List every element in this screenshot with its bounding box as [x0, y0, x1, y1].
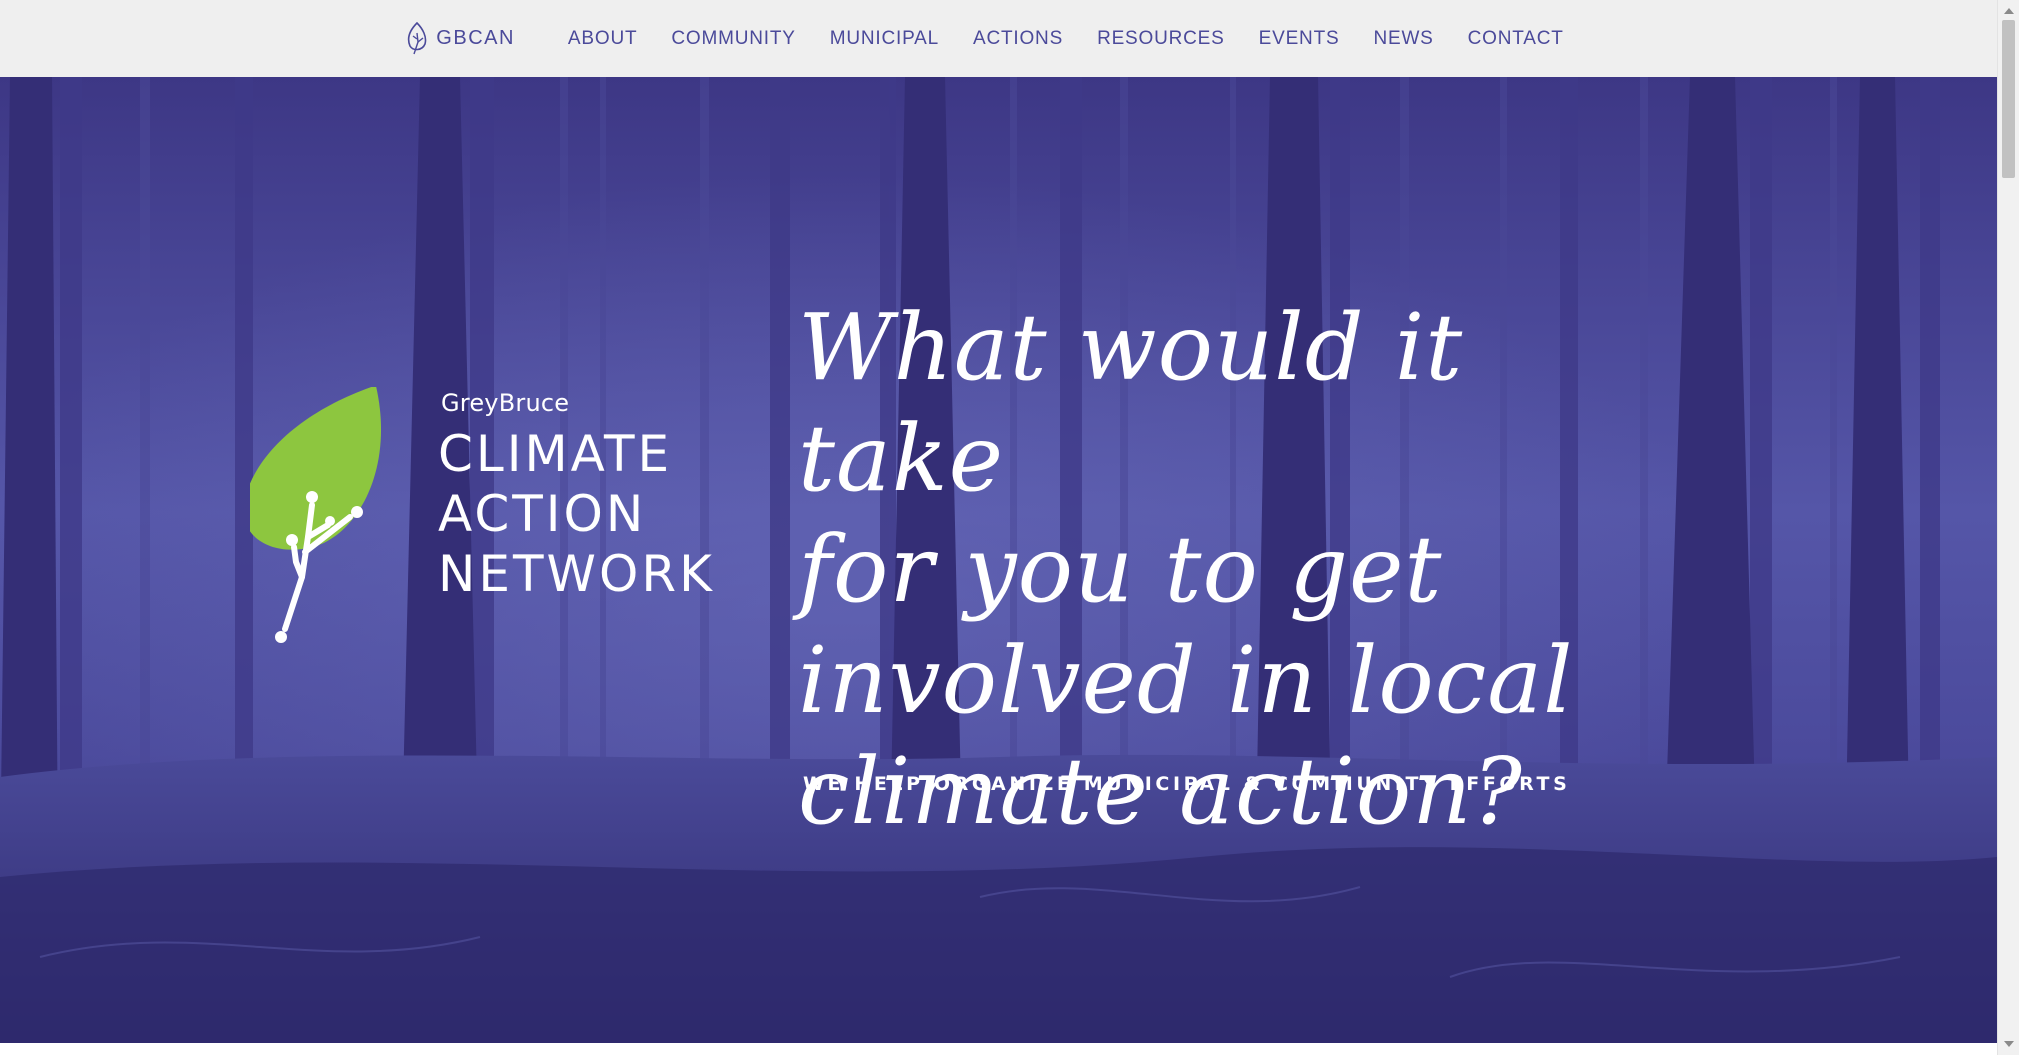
headline-line: What would it take — [798, 294, 1464, 512]
nav-brand-label: GBCAN — [436, 27, 515, 49]
page-scrollbar[interactable] — [1997, 0, 2019, 1055]
nav-item-community[interactable]: COMMUNITY — [671, 28, 795, 50]
nav-brand-link[interactable]: GBCAN — [406, 21, 515, 56]
nav-item-events[interactable]: EVENTS — [1259, 28, 1340, 50]
logo-line-action: ACTION — [438, 485, 647, 543]
hero-section: GreyBruce CLIMATE ACTION NETWORK What wo… — [0, 77, 1997, 1043]
logo-line-network: NETWORK — [438, 545, 715, 603]
headline-line: involved in local — [798, 627, 1574, 734]
top-navigation: GBCAN ABOUT COMMUNITY MUNICIPAL ACTIONS … — [0, 0, 1997, 77]
scroll-thumb[interactable] — [2002, 20, 2015, 178]
nav-item-contact[interactable]: CONTACT — [1468, 28, 1564, 50]
nav-item-about[interactable]: ABOUT — [568, 28, 637, 50]
hero-tagline: WE HELP ORGANIZE MUNICIPAL & COMMUNITY E… — [803, 773, 1571, 795]
logo-subtitle: GreyBruce — [441, 389, 570, 417]
nav-item-actions[interactable]: ACTIONS — [973, 28, 1063, 50]
nav-item-resources[interactable]: RESOURCES — [1097, 28, 1225, 50]
hero-headline: What would it take for you to get involv… — [798, 292, 1698, 847]
leaf-icon — [408, 21, 427, 54]
nav-item-municipal[interactable]: MUNICIPAL — [830, 28, 939, 50]
page: GBCAN ABOUT COMMUNITY MUNICIPAL ACTIONS … — [0, 0, 2019, 1055]
headline-line: for you to get — [798, 516, 1443, 623]
nav-inner: GBCAN ABOUT COMMUNITY MUNICIPAL ACTIONS … — [406, 21, 1580, 56]
logo-leaf-icon — [250, 387, 382, 643]
scroll-up-arrow-icon[interactable] — [2004, 8, 2014, 14]
nav-item-news[interactable]: NEWS — [1373, 28, 1433, 50]
logo-line-climate: CLIMATE — [438, 425, 673, 483]
scroll-down-arrow-icon[interactable] — [2004, 1041, 2014, 1047]
gbcan-logo: GreyBruce CLIMATE ACTION NETWORK — [250, 387, 712, 647]
